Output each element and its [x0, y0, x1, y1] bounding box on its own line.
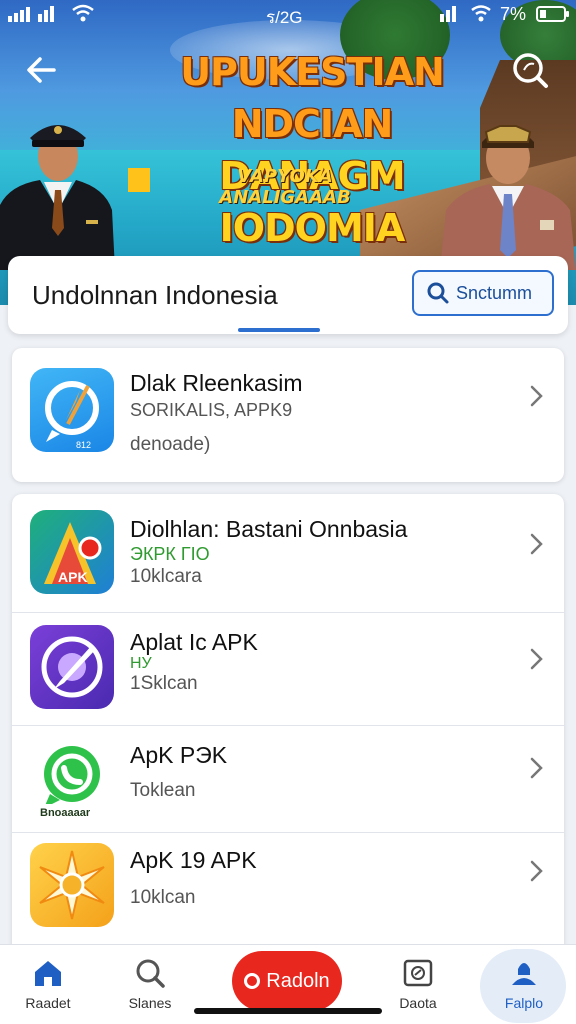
- app-subtitle: SORIKALIS, APPK9: [130, 400, 293, 420]
- app-name: Dlak Rleenkasim: [130, 370, 303, 396]
- status-bar: ร/2G 7%: [0, 0, 576, 30]
- home-indicator: [194, 1008, 382, 1014]
- app-name: Diolhlan: Bastani Onnbasia: [130, 516, 408, 542]
- nav-item-profile[interactable]: Falplo: [476, 945, 572, 1024]
- apk-triangle-icon: APK: [30, 510, 114, 594]
- search-button[interactable]: [508, 48, 552, 92]
- nav-label: Daota: [399, 995, 437, 1011]
- chevron-right-icon: [530, 385, 543, 407]
- app-meta: 1Sklcan: [130, 673, 198, 694]
- section-header-card: Undolnnan Indonesia Snctumm: [8, 256, 568, 334]
- tab-indicator: [238, 328, 320, 332]
- app-name: Aplat Ic APK: [130, 629, 258, 655]
- nav-item-home[interactable]: Raadet: [0, 945, 96, 1024]
- home-icon: [35, 961, 61, 986]
- person-pilot-image: [0, 110, 115, 270]
- cell-icon: [440, 4, 500, 29]
- list-item[interactable]: Bnoaaaar ApK PЭK Toklean: [12, 726, 564, 832]
- nav-item-data[interactable]: Daota: [370, 945, 466, 1024]
- svg-text:812: 812: [76, 440, 91, 450]
- app-meta: denoade): [130, 434, 211, 455]
- app-list-card: APK Diolhlan: Bastani Onnbasia ЭКРК ГIO …: [12, 494, 564, 954]
- app-meta: Toklean: [130, 780, 196, 801]
- app-subtitle: ЭКРК ГIO: [130, 544, 210, 564]
- app-subtitle: НУ: [130, 655, 152, 672]
- chat-compass-icon: 812: [30, 368, 114, 452]
- battery-percent: 7%: [500, 4, 527, 24]
- nav-item-search[interactable]: Slanes: [102, 945, 198, 1024]
- wifi-icon: [72, 4, 94, 27]
- svg-text:Bnoaaaar: Bnoaaaar: [40, 807, 91, 819]
- chevron-right-icon: [530, 648, 543, 670]
- purple-swirl-icon: [30, 625, 114, 709]
- random-fab-button[interactable]: Radoln: [232, 951, 342, 1011]
- arrow-left-icon: [27, 57, 56, 83]
- search-icon: [427, 282, 449, 304]
- chevron-right-icon: [530, 860, 543, 882]
- list-item[interactable]: Aplat Ic APK НУ 1Sklcan: [12, 613, 564, 725]
- page-title: Undolnnan Indonesia: [32, 280, 278, 310]
- nav-label: Falplo: [504, 995, 544, 1011]
- search-icon: [136, 959, 165, 988]
- chevron-right-icon: [530, 757, 543, 779]
- search-label: Snctumm: [456, 282, 533, 303]
- status-time: ร/2G: [266, 8, 303, 27]
- hero-title: UPUKESTIAN NDCIAN DANAGM IODOMIA: [180, 50, 445, 250]
- battery-icon: [536, 6, 570, 27]
- sunburst-icon: [30, 843, 114, 927]
- user-icon: [512, 963, 536, 985]
- record-icon: [244, 973, 261, 989]
- app-meta: 10klcan: [130, 887, 196, 908]
- whatsapp-icon: Bnoaaaar: [30, 738, 114, 822]
- photo-frame-icon: [403, 959, 433, 987]
- back-button[interactable]: [20, 48, 64, 92]
- app-name: ApK PЭK: [130, 742, 228, 768]
- nav-label: Slanes: [128, 995, 172, 1011]
- app-meta: 10klcara: [130, 566, 202, 587]
- hero-badge-decoration: [128, 168, 150, 192]
- svg-text:APK: APK: [58, 569, 88, 585]
- signal-icon: [8, 4, 68, 29]
- hero-subtitle: VAPYOKA ANALIGAAAB: [219, 166, 351, 208]
- chevron-right-icon: [530, 533, 543, 555]
- search-icon: [513, 53, 548, 88]
- list-item[interactable]: APK Diolhlan: Bastani Onnbasia ЭКРК ГIO …: [12, 494, 564, 612]
- search-field-button[interactable]: Snctumm: [412, 270, 554, 316]
- featured-app-card[interactable]: 812 Dlak Rleenkasim SORIKALIS, APPK9 den…: [12, 348, 564, 482]
- nav-label: Raadet: [25, 995, 71, 1011]
- fab-label: Radoln: [266, 969, 330, 992]
- app-name: ApK 19 APK: [130, 847, 257, 873]
- list-item[interactable]: ApK 19 APK 10klcan: [12, 833, 564, 943]
